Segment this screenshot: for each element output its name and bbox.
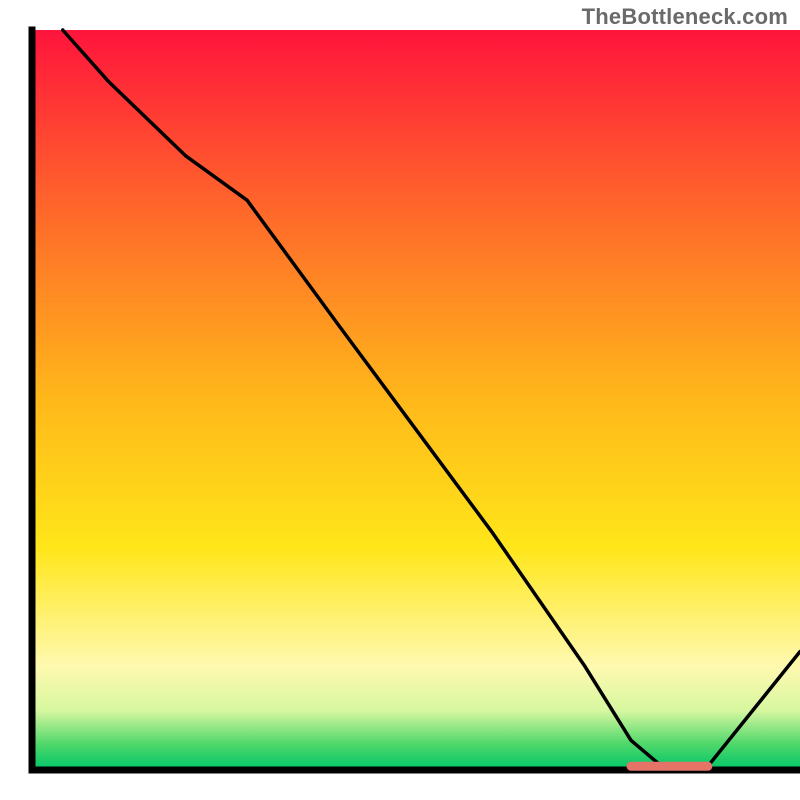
plot-background (32, 30, 800, 770)
chart-container: TheBottleneck.com (0, 0, 800, 800)
bottleneck-chart (0, 0, 800, 800)
watermark-text: TheBottleneck.com (582, 4, 788, 30)
